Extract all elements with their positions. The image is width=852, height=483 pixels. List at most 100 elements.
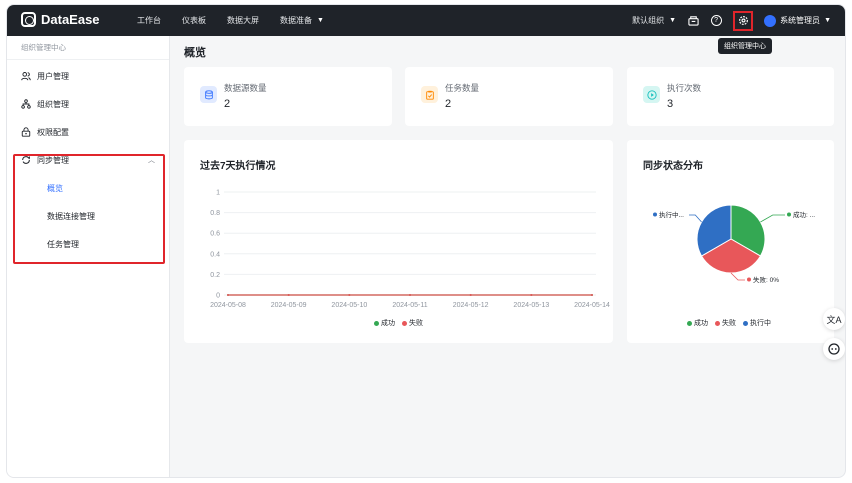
nav-data-screen[interactable]: 数据大屏: [227, 15, 259, 26]
caret-down-icon: ▼: [317, 17, 324, 24]
legend-dot: [402, 320, 407, 326]
user-menu[interactable]: 系统管理员 ▼: [764, 14, 831, 27]
stat-card-tasks: 任务数量 2: [405, 67, 613, 126]
data-point: [348, 294, 351, 296]
stat-card-executions: 执行次数 3: [627, 67, 834, 126]
legend-label: 执行中: [750, 320, 771, 327]
stat-label: 数据源数量: [224, 83, 267, 93]
pie-chart: 成功: ... 失败: 0% 执行中...: [653, 204, 815, 284]
legend-dot: [374, 320, 379, 326]
nav-workbench[interactable]: 工作台: [137, 15, 161, 26]
data-point: [530, 294, 533, 296]
x-tick-label: 2024-05-08: [210, 302, 246, 309]
y-tick-label: 1: [216, 190, 220, 197]
line-chart-legend: 成功 失败: [374, 318, 423, 328]
label-leader-line: [689, 214, 702, 223]
play-icon: [643, 86, 660, 103]
stat-value: 2: [445, 98, 452, 110]
sidebar: 组织管理中心 用户管理 组织管理 权限配置 同步管理 ︿ 概览 数据连接管理 任…: [7, 36, 170, 477]
legend-label: 失败: [722, 320, 736, 327]
sidebar-item-permissions[interactable]: 权限配置: [7, 118, 169, 146]
x-tick-label: 2024-05-13: [513, 302, 549, 309]
y-tick-label: 0.4: [210, 251, 220, 258]
stat-value: 3: [667, 98, 674, 110]
x-tick-label: 2024-05-09: [271, 302, 307, 309]
y-tick-label: 0.8: [210, 210, 220, 217]
nav-data-prepare-label: 数据准备: [280, 16, 312, 25]
label-leader-line: [760, 214, 785, 223]
org-selector-label: 默认组织: [632, 16, 665, 25]
download-center-icon[interactable]: [687, 15, 699, 27]
user-name: 系统管理员: [780, 16, 821, 25]
label-leader-line: [730, 272, 745, 281]
dataease-logo-icon: [21, 12, 36, 27]
nav-dashboard[interactable]: 仪表板: [182, 15, 206, 26]
y-tick-label: 0.2: [210, 272, 220, 279]
legend-item-fail[interactable]: 失败: [715, 318, 736, 328]
stat-label: 执行次数: [667, 83, 702, 93]
sidebar-subitem-overview[interactable]: 概览: [7, 174, 169, 202]
tooltip-org-center: 组织管理中心: [718, 38, 772, 54]
help-icon[interactable]: ?: [710, 15, 722, 27]
task-icon: [421, 86, 438, 103]
sidebar-item-label: 同步管理: [37, 155, 69, 165]
legend-dot: [715, 320, 720, 326]
sync-icon: [22, 156, 31, 164]
sidebar-item-sync[interactable]: 同步管理 ︿: [7, 146, 169, 174]
x-tick-label: 2024-05-11: [392, 302, 427, 309]
sidebar-subitem-tasks[interactable]: 任务管理: [7, 230, 169, 258]
sidebar-item-label: 权限配置: [37, 127, 69, 137]
nav-data-prepare[interactable]: 数据准备 ▼: [280, 15, 324, 26]
data-point: [409, 294, 411, 296]
translate-icon[interactable]: 文A: [823, 308, 845, 330]
legend-label: 成功: [694, 320, 708, 327]
gear-icon: [738, 16, 748, 25]
data-point: [227, 294, 229, 296]
pie-chart-legend: 成功 失败 执行中: [687, 318, 771, 328]
avatar: [764, 14, 777, 27]
sidebar-subitem-connections[interactable]: 数据连接管理: [7, 202, 169, 230]
legend-dot: [743, 320, 748, 326]
slice-label: 执行中...: [659, 210, 684, 219]
legend-label: 成功: [381, 320, 395, 327]
chevron-up-icon[interactable]: ︿: [148, 155, 155, 165]
header-actions: 默认组织 ▼ ? 系统管理员 ▼: [632, 5, 831, 36]
org-tree-icon: [21, 99, 31, 109]
slice-label: 失败: 0%: [753, 275, 779, 284]
sidebar-item-label: 组织管理: [37, 99, 69, 109]
legend-item-success[interactable]: 成功: [687, 318, 708, 328]
legend-item-success[interactable]: 成功: [374, 318, 395, 328]
org-center-button[interactable]: [733, 10, 754, 31]
legend-item-fail[interactable]: 失败: [402, 318, 423, 328]
page-title: 概览: [184, 47, 206, 59]
line-chart: 0 0.2 0.4 0.6 0.8 1 2024-05-08 2024-05-09 2024-0…: [210, 190, 610, 310]
x-tick-label: 2024-05-10: [331, 302, 367, 309]
caret-down-icon: ▼: [669, 17, 677, 24]
app-window: DataEase 工作台 仪表板 数据大屏 数据准备 ▼ 默认组织 ▼ ? 系统…: [6, 4, 846, 478]
x-tick-label: 2024-05-14: [574, 302, 610, 309]
main-nav: 工作台 仪表板 数据大屏 数据准备 ▼: [137, 5, 345, 36]
stat-label: 任务数量: [445, 83, 480, 93]
pie-chart-card: 同步状态分布 成功: ... 失败: 0% 执行中... 成功 失败 执行中: [627, 140, 834, 343]
sidebar-item-org[interactable]: 组织管理: [7, 90, 169, 118]
sidebar-item-label: 用户管理: [37, 71, 69, 81]
legend-dot: [687, 320, 692, 326]
label-dot: [787, 212, 791, 217]
y-tick-label: 0: [216, 293, 220, 300]
database-icon: [200, 86, 217, 103]
y-tick-label: 0.6: [210, 231, 220, 238]
brand-name: DataEase: [41, 12, 100, 27]
lock-icon: [21, 127, 31, 137]
caret-down-icon: ▼: [824, 17, 831, 24]
org-selector[interactable]: 默认组织 ▼: [632, 15, 676, 26]
brand-logo[interactable]: DataEase: [21, 12, 100, 27]
stat-card-datasources: 数据源数量 2: [184, 67, 392, 126]
line-chart-card: 过去7天执行情况 0 0.2 0.4 0.6 0.8 1 2024-05-08 2024-05…: [184, 140, 613, 343]
label-dot: [747, 277, 751, 282]
data-point: [287, 294, 290, 296]
legend-item-running[interactable]: 执行中: [743, 318, 771, 328]
data-point: [469, 294, 472, 296]
sidebar-item-users[interactable]: 用户管理: [7, 62, 169, 90]
chat-assistant-icon[interactable]: [823, 338, 845, 360]
stat-value: 2: [224, 98, 231, 110]
